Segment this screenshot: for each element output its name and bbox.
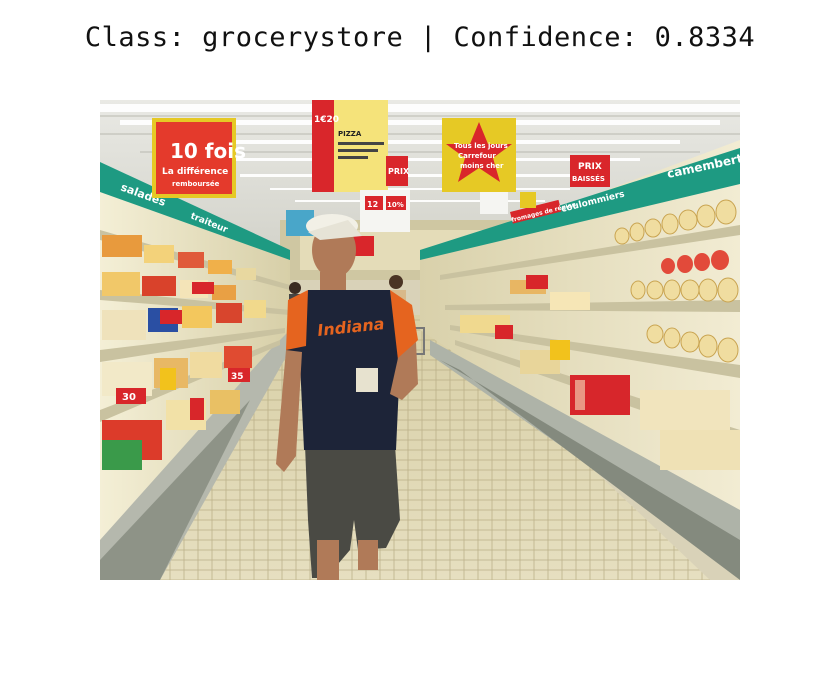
sign-prix-mid: PRIX [388,167,410,176]
prediction-title: Class: grocerystore | Confidence: 0.8334 [84,22,756,53]
price-tag-35: 35 [231,372,244,382]
sign-rembourse: remboursée [172,180,220,188]
sign-tous-les-jours: Tous les jours [454,142,508,150]
price-tag-30: 30 [122,392,136,403]
sign-10-pct: 10% [387,201,404,209]
sign-num-12: 12 [367,200,378,209]
sign-price: 1€20 [314,115,339,125]
sign-prix: PRIX [578,162,602,172]
sign-10-fois: 10 fois [170,139,246,163]
sign-baisses: BAISSÉS [572,174,605,183]
sign-carrefour: Carrefour [458,152,496,160]
supermarket-photo: salades traiteur 30 35 camembert coulomm… [100,100,740,580]
sign-difference: La différence [162,166,228,177]
sign-moins-cher: moins cher [460,162,504,170]
sign-pizza: PIZZA [338,130,362,138]
